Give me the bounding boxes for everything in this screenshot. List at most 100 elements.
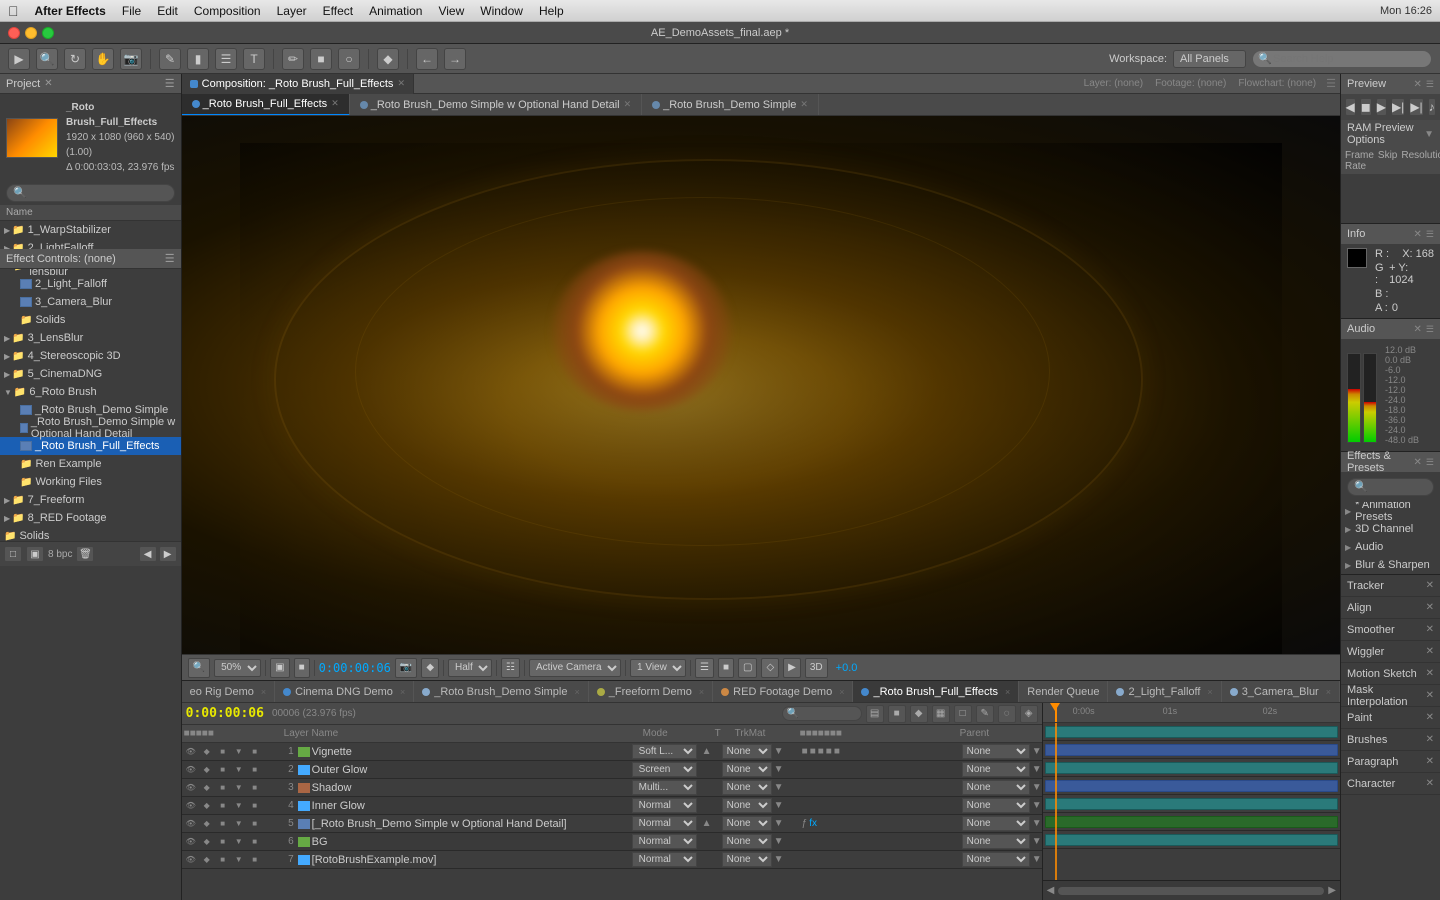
layer-5-parent-select[interactable]: None (962, 816, 1030, 831)
lock-icon[interactable]: ■ (216, 745, 230, 759)
layer-row-2[interactable]: 👁 ◆ ■ ▼ ■ 2 Outer Glow Screen (182, 761, 1042, 779)
character-close[interactable]: ✕ (1426, 778, 1434, 789)
tl-scrollbar-track[interactable] (1058, 887, 1324, 895)
workspace-dropdown[interactable]: All Panels (1173, 50, 1246, 68)
info-menu[interactable]: ☰ (1426, 229, 1434, 240)
visibility-icon[interactable]: 👁 (184, 745, 198, 759)
info-close[interactable]: ✕ (1414, 229, 1422, 240)
layer-row-4[interactable]: 👁 ◆ ■ ▼ ■ 4 Inner Glow Normal (182, 797, 1042, 815)
brushes-panel[interactable]: Brushes ✕ (1341, 729, 1440, 751)
tl-tab-lightfalloff[interactable]: 2_Light_Falloff × (1108, 681, 1221, 703)
next-btn[interactable]: ▶ (159, 546, 177, 562)
collapse-icon[interactable]: ■ (248, 835, 262, 849)
effects-close[interactable]: ✕ (1414, 457, 1422, 468)
shy-icon[interactable]: ▼ (232, 745, 246, 759)
layer-row-3[interactable]: 👁 ◆ ■ ▼ ■ 3 Shadow Multi... (182, 779, 1042, 797)
redo-btn[interactable]: → (444, 48, 466, 70)
solo-icon[interactable]: ◆ (200, 799, 214, 813)
layer-6-parent-select[interactable]: None (962, 834, 1030, 849)
tl-comp-mode-btn[interactable]: ■ (888, 705, 906, 723)
viewer-snap-btn[interactable]: ■ (294, 658, 310, 678)
layer-4-parent-select[interactable]: None (962, 798, 1030, 813)
visibility-icon[interactable]: 👁 (184, 799, 198, 813)
tool-arrow[interactable]: ▶ (8, 48, 30, 70)
tree-item-warpstabilizer[interactable]: ▶ 📁 1_WarpStabilizer (0, 221, 181, 239)
tracker-close[interactable]: ✕ (1426, 580, 1434, 591)
apple-menu[interactable]:  (8, 3, 19, 19)
solo-icon[interactable]: ◆ (200, 745, 214, 759)
layer-1-parent-select[interactable]: None (962, 744, 1030, 759)
project-list[interactable]: ▶ 📁 1_WarpStabilizer ▶ 📁 2_LightFalloff … (0, 221, 181, 541)
shy-icon[interactable]: ▼ (232, 763, 246, 777)
motion-sketch-panel[interactable]: Motion Sketch ✕ (1341, 663, 1440, 685)
tl-3d-btn[interactable]: □ (954, 705, 972, 723)
tl-tab-eorigdemo[interactable]: eo Rig Demo × (182, 681, 275, 703)
preview-audio-btn[interactable]: ♪ (1428, 98, 1436, 116)
menu-window[interactable]: Window (480, 4, 523, 18)
viewer-props-btn[interactable]: ◇ (761, 658, 779, 678)
visibility-icon[interactable]: 👁 (184, 835, 198, 849)
menu-file[interactable]: File (122, 4, 141, 18)
search-help-input[interactable] (1252, 50, 1432, 68)
paragraph-close[interactable]: ✕ (1426, 756, 1434, 767)
paint-close[interactable]: ✕ (1426, 712, 1434, 723)
view-mode-dropdown[interactable]: 1 View (630, 659, 686, 677)
zoom-dropdown[interactable]: 50% (214, 659, 261, 677)
layer-row-6[interactable]: 👁 ◆ ■ ▼ ■ 6 BG Normal (182, 833, 1042, 851)
tool-camera[interactable]: 📷 (120, 48, 142, 70)
tracker-panel[interactable]: Tracker ✕ (1341, 575, 1440, 597)
visibility-icon[interactable]: 👁 (184, 763, 198, 777)
visibility-icon[interactable]: 👁 (184, 853, 198, 867)
tl-scroll-left[interactable]: ◀ (1047, 885, 1055, 896)
tool-paint[interactable]: ✏ (282, 48, 304, 70)
tl-tab-freeform[interactable]: _Freeform Demo × (589, 681, 713, 703)
tl-roto-btn[interactable]: ✎ (976, 705, 994, 723)
wiggler-panel[interactable]: Wiggler ✕ (1341, 641, 1440, 663)
collapse-icon[interactable]: ■ (248, 763, 262, 777)
layer-2-mode-select[interactable]: Screen (632, 762, 697, 777)
tool-hand[interactable]: ✋ (92, 48, 114, 70)
preview-last-btn[interactable]: ▶| (1409, 98, 1423, 116)
layer-7-trk-select[interactable]: None (722, 852, 772, 867)
layer-3-parent-select[interactable]: None (962, 780, 1030, 795)
layer-7-parent-select[interactable]: None (962, 852, 1030, 867)
view-tab-close[interactable]: ✕ (331, 98, 339, 109)
tl-paint-btn[interactable]: ◌ (998, 705, 1016, 723)
viewer-reset-btn[interactable]: ▣ (270, 658, 289, 678)
tl-tab-close[interactable]: × (1207, 687, 1212, 697)
close-button[interactable] (8, 27, 20, 39)
layer-1-trk-select[interactable]: None (722, 744, 772, 759)
menu-layer[interactable]: Layer (277, 4, 307, 18)
tl-tab-rotofull[interactable]: _Roto Brush_Full_Effects × (853, 681, 1019, 703)
project-tab[interactable]: Project (6, 78, 40, 90)
layer-5-trk-select[interactable]: None (722, 816, 772, 831)
solo-icon[interactable]: ◆ (200, 781, 214, 795)
character-panel[interactable]: Character ✕ (1341, 773, 1440, 795)
view-tab-rotohand[interactable]: _Roto Brush_Demo Simple w Optional Hand … (350, 94, 642, 116)
tl-tab-close[interactable]: × (575, 687, 580, 697)
quality-dropdown[interactable]: Half (448, 659, 492, 677)
tree-item-solids2[interactable]: 📁 Solids (0, 527, 181, 541)
solo-icon[interactable]: ◆ (200, 817, 214, 831)
project-panel-menu[interactable]: ☰ (165, 77, 175, 90)
effect-controls-tab[interactable]: Effect Controls: (none) (6, 253, 116, 265)
tl-tab-close[interactable]: × (1005, 687, 1010, 697)
shy-icon[interactable]: ▼ (232, 781, 246, 795)
shy-icon[interactable]: ▼ (232, 799, 246, 813)
lock-icon[interactable]: ■ (216, 835, 230, 849)
prev-btn[interactable]: ◀ (139, 546, 157, 562)
tl-warp-btn[interactable]: ◈ (1020, 705, 1038, 723)
effect-cat-audio[interactable]: ▶ Audio (1341, 538, 1440, 556)
tree-item-camerablur[interactable]: 3_Camera_Blur (0, 293, 181, 311)
layer-6-name[interactable]: BG (312, 836, 632, 848)
wiggler-close[interactable]: ✕ (1426, 646, 1434, 657)
view-tab-rotofull[interactable]: _Roto Brush_Full_Effects ✕ (182, 94, 350, 116)
layer-row-7[interactable]: 👁 ◆ ■ ▼ ■ 7 [RotoBrushExample.mov] Norma… (182, 851, 1042, 869)
minimize-button[interactable] (25, 27, 37, 39)
tree-item-lensblur[interactable]: ▶ 📁 3_LensBlur (0, 329, 181, 347)
smoother-close[interactable]: ✕ (1426, 624, 1434, 635)
solo-icon[interactable]: ◆ (200, 763, 214, 777)
view-tab-close[interactable]: ✕ (800, 99, 808, 110)
view-tab-close[interactable]: ✕ (624, 99, 632, 110)
camera-dropdown[interactable]: Active Camera (529, 659, 621, 677)
